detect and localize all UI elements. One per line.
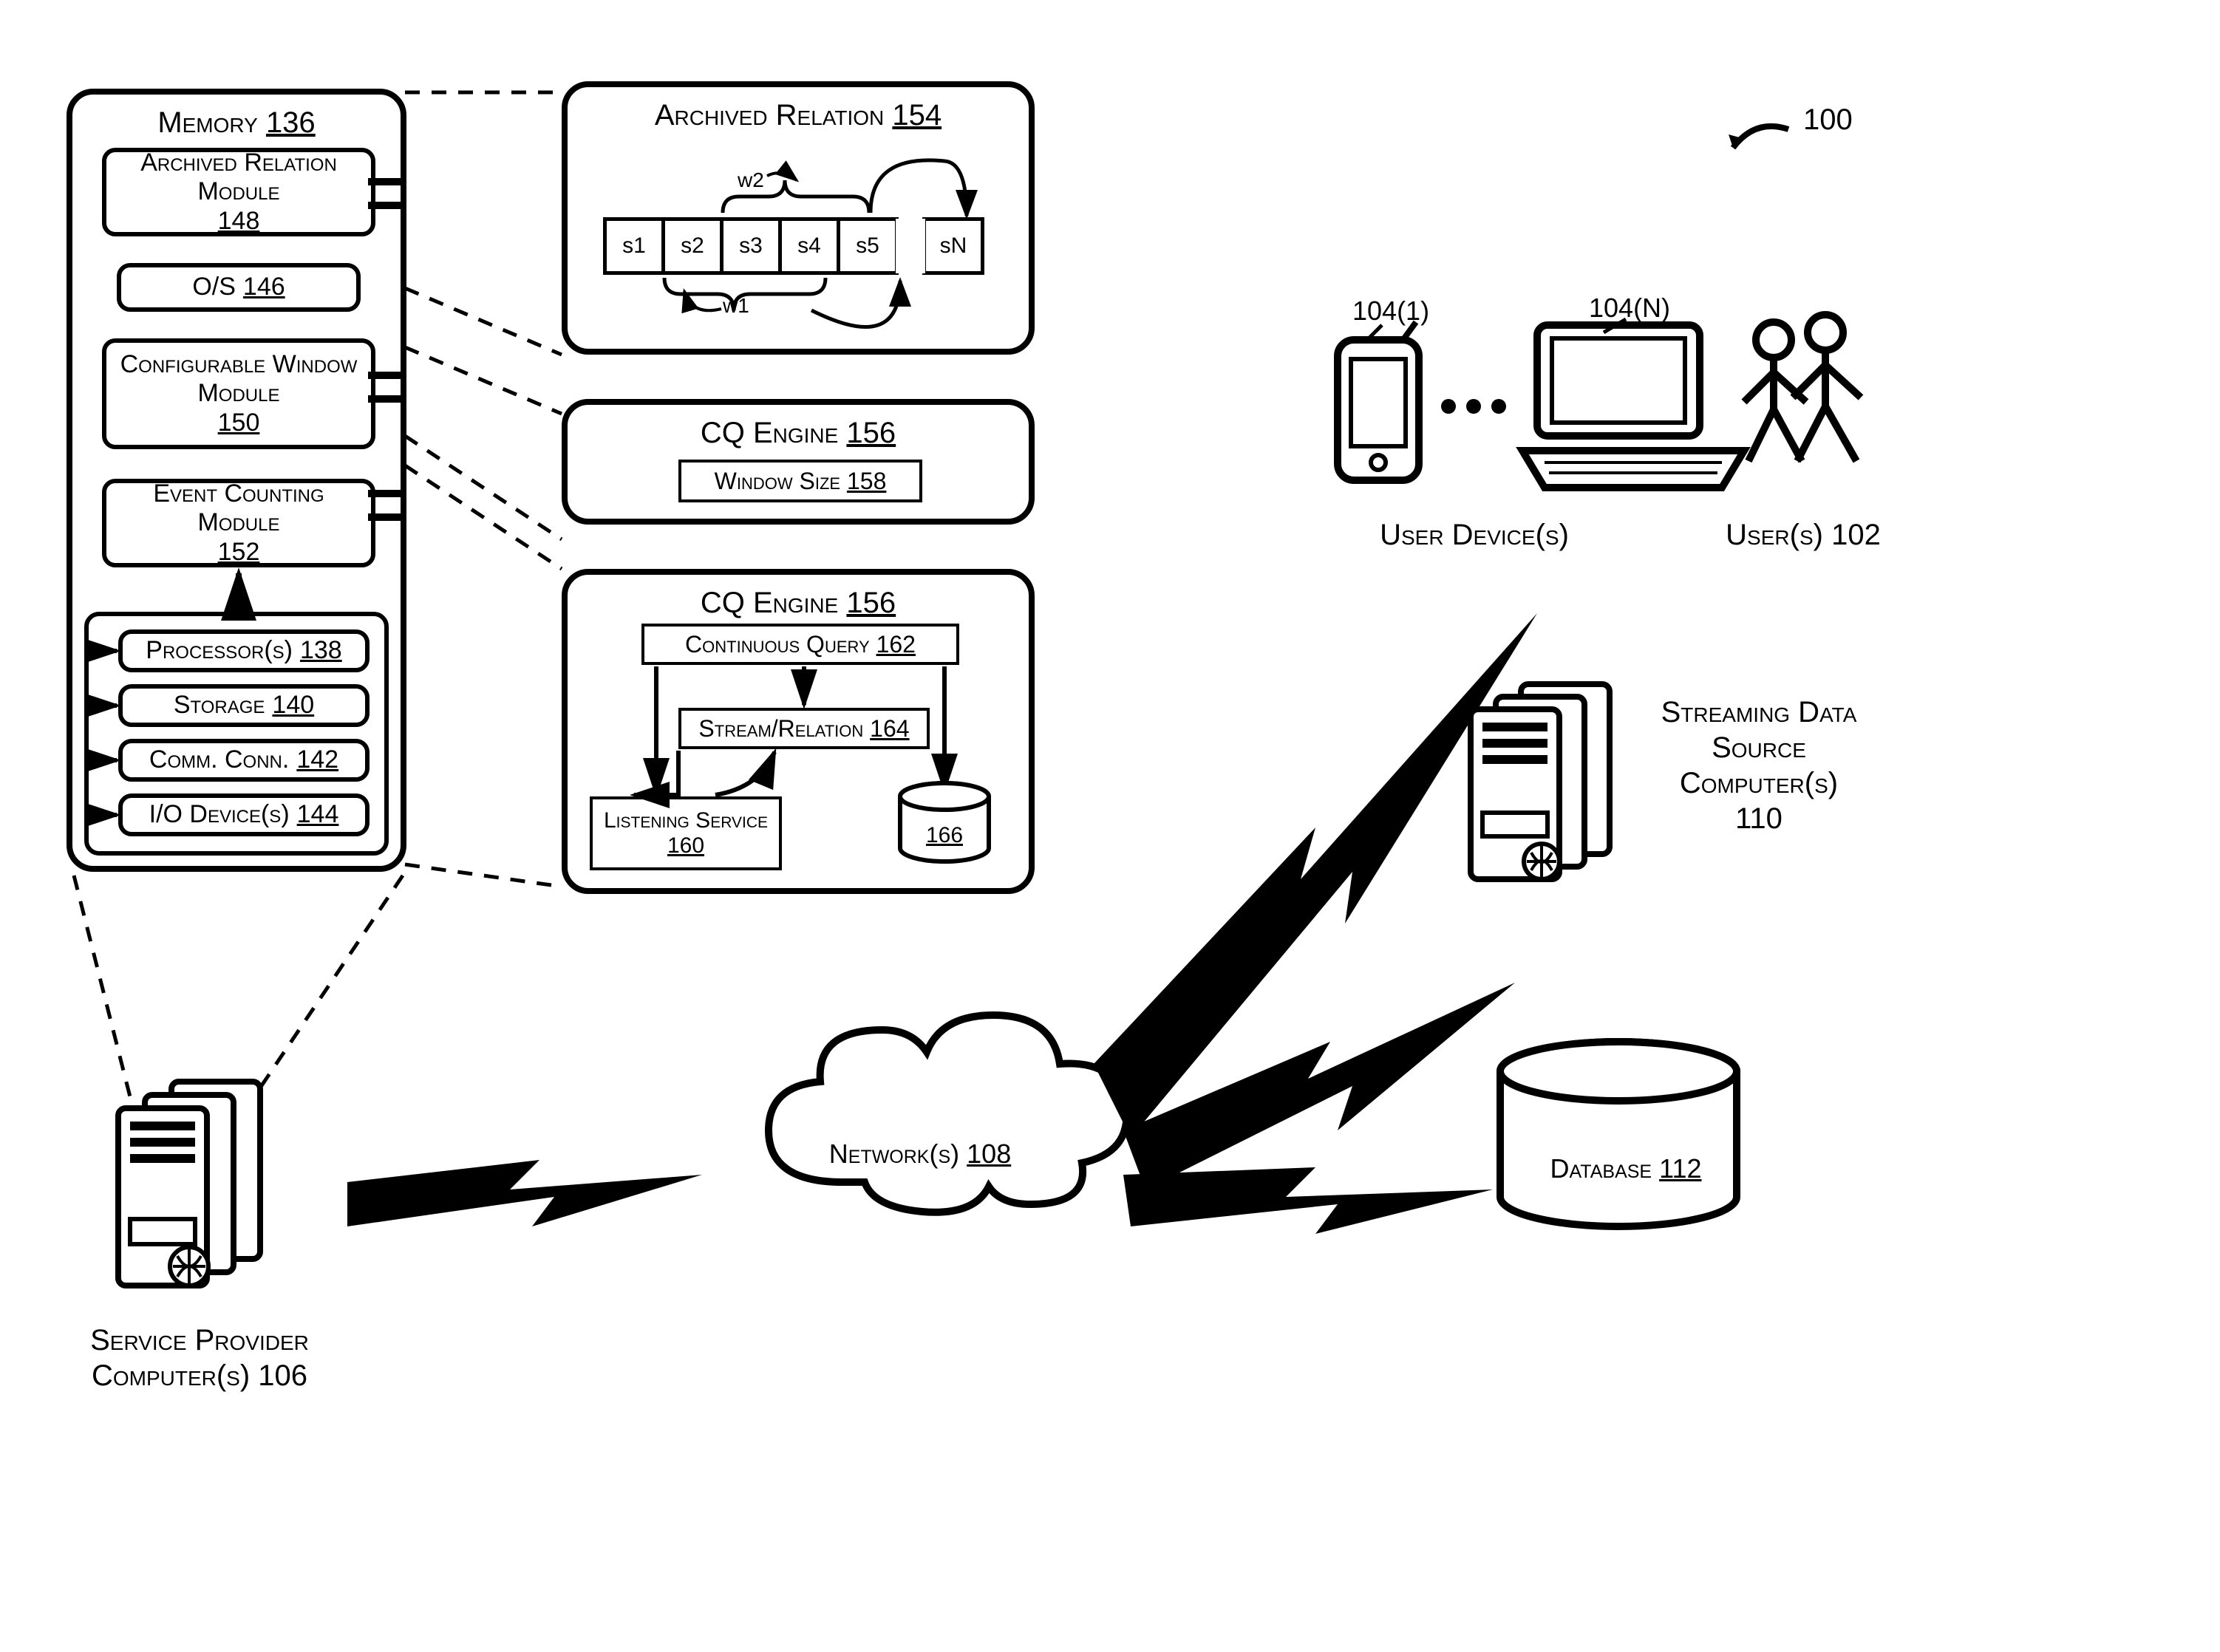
database-label: Database 112 bbox=[1522, 1153, 1729, 1184]
database-svg bbox=[0, 0, 2220, 1652]
